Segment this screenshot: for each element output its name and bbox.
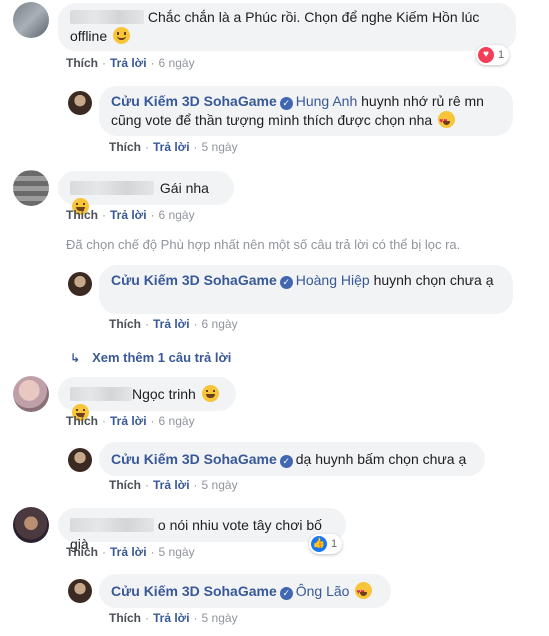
page-name[interactable]: Cửu Kiếm 3D SohaGame: [111, 583, 277, 599]
timestamp[interactable]: 5 ngày: [202, 611, 238, 625]
page-avatar[interactable]: [68, 272, 92, 296]
timestamp[interactable]: 6 ngày: [159, 208, 195, 222]
reaction-count-badge[interactable]: 👍 1: [309, 534, 343, 554]
reply-actions: Thích · Trả lời · 5 ngày: [109, 478, 238, 492]
mentioned-user[interactable]: Hoàng Hiệp: [296, 272, 370, 288]
love-reaction-icon: ♥: [478, 47, 494, 63]
blurred-name: [70, 387, 132, 401]
mentioned-user[interactable]: Hung Anh: [296, 93, 358, 109]
reply-text: huynh chọn chưa ạ: [373, 272, 494, 288]
blurred-name: [70, 181, 154, 195]
like-link[interactable]: Thích: [66, 208, 98, 222]
reply-actions: Thích · Trả lời · 5 ngày: [109, 140, 238, 154]
comment-text: Ngọc trinh: [132, 386, 196, 402]
page-avatar[interactable]: [68, 579, 92, 603]
comment-actions: Thích · Trả lời · 6 ngày: [66, 208, 195, 222]
comment-bubble: Gái nha: [58, 171, 234, 215]
reply-link[interactable]: Trả lời: [153, 317, 190, 331]
like-link[interactable]: Thích: [66, 414, 98, 428]
page-name[interactable]: Cửu Kiếm 3D SohaGame: [111, 451, 277, 467]
reply-bubble: Cửu Kiếm 3D SohaGame ✓ Ông Lão: [99, 574, 391, 608]
page-avatar[interactable]: [68, 448, 92, 472]
comment-actions: Thích · Trả lời · 6 ngày: [66, 414, 195, 428]
page-avatar[interactable]: [68, 91, 92, 115]
comment-bubble: Ngọc trinh: [58, 377, 236, 421]
heart-eyes-emoji-icon: [355, 582, 373, 602]
like-link[interactable]: Thích: [109, 317, 141, 331]
reply-actions: Thích · Trả lời · 5 ngày: [109, 611, 238, 625]
verified-badge-icon: ✓: [279, 97, 293, 110]
reply-bubble: Cửu Kiếm 3D SohaGame ✓ Hoàng Hiệp huynh ch…: [99, 265, 513, 314]
like-link[interactable]: Thích: [109, 140, 141, 154]
like-reaction-icon: 👍: [311, 536, 327, 552]
comment-bubble: Chắc chắn là a Phúc rồi. Chọn để nghe Ki…: [58, 3, 516, 51]
reply-link[interactable]: Trả lời: [110, 545, 147, 559]
timestamp[interactable]: 6 ngày: [202, 317, 238, 331]
reaction-count-badge[interactable]: ♥ 1: [476, 45, 510, 65]
page-name[interactable]: Cửu Kiếm 3D SohaGame: [111, 272, 277, 288]
comment-actions: Thích · Trả lời · 5 ngày: [66, 545, 195, 559]
like-link[interactable]: Thích: [66, 56, 98, 70]
comment-text: Gái nha: [159, 180, 209, 196]
timestamp[interactable]: 5 ngày: [202, 478, 238, 492]
timestamp[interactable]: 5 ngày: [202, 140, 238, 154]
verified-badge-icon: ✓: [279, 276, 293, 289]
reply-bubble: Cửu Kiếm 3D SohaGame ✓ dạ huynh bấm chọn c…: [99, 442, 485, 476]
like-link[interactable]: Thích: [66, 545, 98, 559]
reply-link[interactable]: Trả lời: [153, 478, 190, 492]
blurred-name: [70, 518, 154, 532]
reply-link[interactable]: Trả lời: [110, 208, 147, 222]
timestamp[interactable]: 6 ngày: [159, 56, 195, 70]
reply-link[interactable]: Trả lời: [110, 56, 147, 70]
timestamp[interactable]: 5 ngày: [159, 545, 195, 559]
heart-eyes-emoji-icon: [438, 111, 456, 131]
page-name[interactable]: Cửu Kiếm 3D SohaGame: [111, 93, 277, 109]
reply-link[interactable]: Trả lời: [153, 611, 190, 625]
reply-arrow-icon: ↳: [70, 351, 81, 365]
reply-text: dạ huynh bấm chọn chưa ạ: [295, 451, 467, 467]
grin-emoji-icon: [201, 385, 219, 402]
reply-actions: Thích · Trả lời · 6 ngày: [109, 317, 238, 331]
smile-emoji-icon: [113, 27, 130, 44]
commenter-avatar[interactable]: [13, 507, 49, 543]
commenter-avatar[interactable]: [13, 2, 49, 38]
commenter-avatar[interactable]: [13, 376, 49, 412]
timestamp[interactable]: 6 ngày: [159, 414, 195, 428]
commenter-avatar[interactable]: [13, 170, 49, 206]
mentioned-user[interactable]: Ông Lão: [296, 583, 350, 599]
reply-link[interactable]: Trả lời: [153, 140, 190, 154]
reply-link[interactable]: Trả lời: [110, 414, 147, 428]
view-more-replies-link[interactable]: ↳ Xem thêm 1 câu trả lời: [70, 350, 231, 365]
like-link[interactable]: Thích: [109, 478, 141, 492]
blurred-name: [70, 10, 144, 24]
filter-notice: Đã chọn chế độ Phù hợp nhất nên một số c…: [66, 237, 461, 252]
reply-bubble: Cửu Kiếm 3D SohaGame ✓ Hung Anh huynh nhớ …: [99, 86, 513, 136]
comment-actions: Thích · Trả lời · 6 ngày: [66, 56, 195, 70]
verified-badge-icon: ✓: [279, 587, 293, 600]
comment-bubble: o nói nhiu vote tây chơi bố già: [58, 508, 346, 552]
like-link[interactable]: Thích: [109, 611, 141, 625]
verified-badge-icon: ✓: [279, 455, 293, 468]
